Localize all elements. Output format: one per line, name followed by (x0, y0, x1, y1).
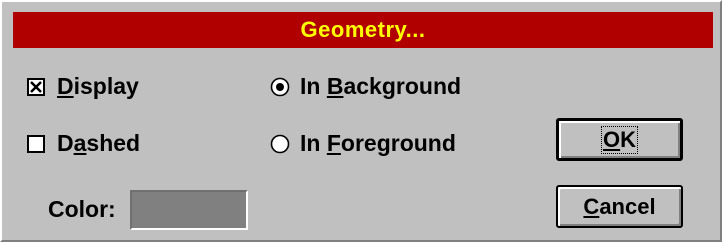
in-foreground-radio[interactable]: In Foreground (270, 130, 456, 157)
dashed-checkbox-box[interactable] (27, 134, 45, 153)
geometry-dialog: Geometry... Display Dashed In Background… (0, 0, 722, 242)
display-checkbox[interactable]: Display (27, 73, 139, 100)
cancel-button[interactable]: Cancel (556, 185, 683, 228)
radio-unselected-icon[interactable] (270, 134, 290, 154)
in-foreground-label: In Foreground (300, 130, 456, 156)
ok-button-label: OK (600, 125, 638, 154)
checkmark-x-icon (30, 80, 42, 93)
in-background-label: In Background (300, 73, 462, 99)
ok-button[interactable]: OK (556, 118, 683, 161)
dialog-title-bar: Geometry... (13, 12, 713, 48)
cancel-button-label: Cancel (583, 193, 656, 219)
dialog-title: Geometry... (300, 17, 426, 42)
in-background-radio[interactable]: In Background (270, 73, 461, 100)
display-checkbox-box[interactable] (27, 77, 45, 96)
display-checkbox-label: Display (57, 73, 139, 99)
dashed-checkbox[interactable]: Dashed (27, 130, 140, 157)
dashed-checkbox-label: Dashed (57, 130, 141, 156)
color-swatch[interactable] (130, 190, 248, 230)
color-label: Color: (48, 196, 116, 222)
radio-selected-icon[interactable] (270, 77, 290, 97)
